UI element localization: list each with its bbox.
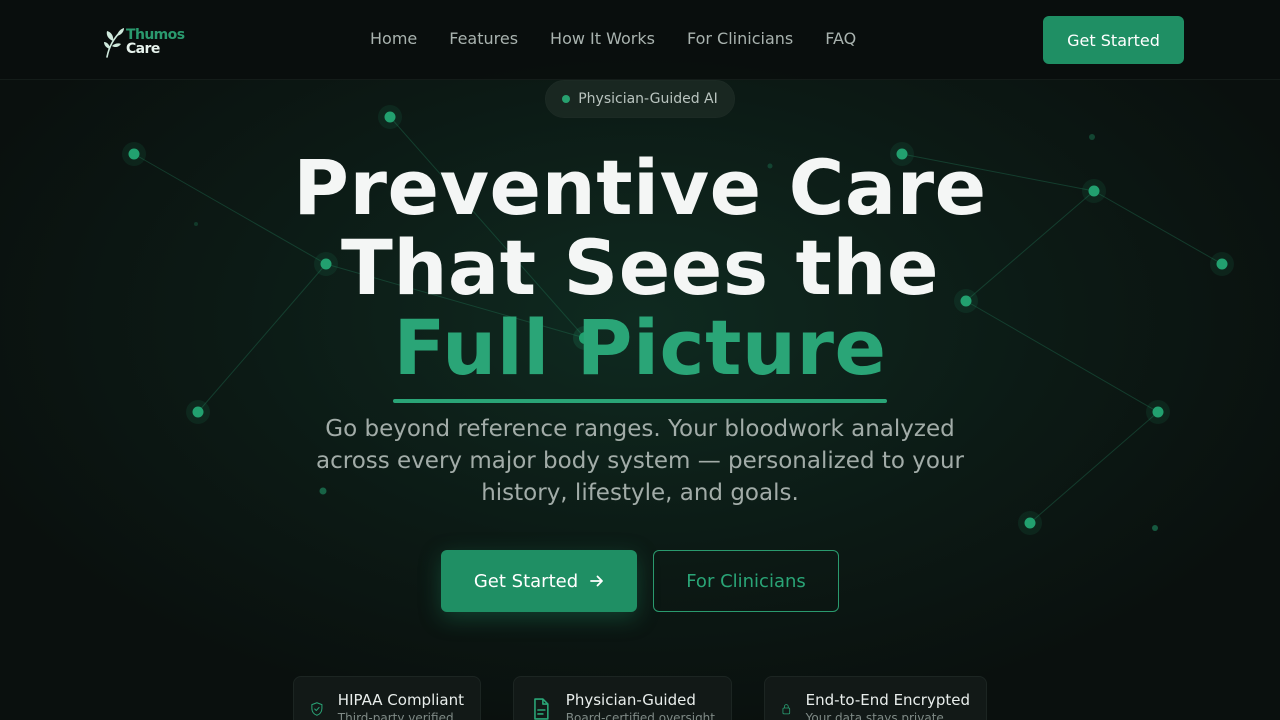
hero-get-started-button[interactable]: Get Started (441, 550, 637, 612)
badge-hipaa: HIPAA Compliant Third-party verified (293, 676, 481, 720)
badge-physician-guided: Physician-Guided Board-certified oversig… (513, 676, 732, 720)
nav-item-for-clinicians[interactable]: For Clinicians (687, 29, 793, 49)
badge-title: End-to-End Encrypted (805, 691, 970, 709)
badge-subtitle: Third-party verified (337, 711, 454, 720)
brand-name-line2: Care (126, 41, 160, 57)
badge-encrypted: End-to-End Encrypted Your data stays pri… (764, 676, 987, 720)
pill-label: Physician-Guided AI (578, 91, 718, 107)
nav-item-features[interactable]: Features (449, 29, 518, 49)
headline-underline (393, 399, 887, 403)
hero-headline: Preventive Care That Sees the Full Pictu… (140, 148, 1140, 388)
headline-accent: Full Picture (393, 303, 887, 392)
header-get-started-button[interactable]: Get Started (1043, 16, 1184, 64)
lock-icon (782, 704, 791, 715)
brand-logo[interactable]: Thumos Care (103, 25, 185, 59)
badge-encrypted-text: End-to-End Encrypted Your data stays pri… (806, 691, 970, 720)
nav-item-faq[interactable]: FAQ (825, 29, 856, 49)
badge-title: HIPAA Compliant (337, 691, 464, 709)
leaf-icon (104, 28, 124, 58)
hero-pill-badge: Physician-Guided AI (545, 80, 735, 118)
nav-item-home[interactable]: Home (370, 29, 417, 49)
arrow-right-icon (590, 575, 604, 587)
landing-page: Thumos Care Home Features How It Works F… (0, 0, 1280, 720)
badge-title: Physician-Guided (565, 691, 696, 709)
brand-name: Thumos Care (126, 27, 185, 57)
nav-item-how-it-works[interactable]: How It Works (550, 29, 655, 49)
badge-subtitle: Board-certified oversight (565, 711, 715, 720)
badge-subtitle: Your data stays private (805, 711, 944, 720)
site-header: Thumos Care Home Features How It Works F… (0, 0, 1280, 80)
hero-get-started-label: Get Started (473, 570, 579, 592)
status-dot-icon (562, 95, 571, 103)
headline-line1: Preventive Care (293, 143, 987, 232)
hero-for-clinicians-button[interactable]: For Clinicians (653, 550, 839, 612)
main-nav: Home Features How It Works For Clinician… (370, 29, 856, 49)
shield-check-icon (311, 702, 323, 716)
hero-subtitle: Go beyond reference ranges. Your bloodwo… (316, 416, 964, 506)
headline-line2: That Sees the (340, 223, 940, 312)
badge-hipaa-text: HIPAA Compliant Third-party verified (338, 691, 464, 720)
document-icon (534, 698, 549, 720)
brand-name-line1: Thumos (126, 27, 185, 43)
badge-physician-text: Physician-Guided Board-certified oversig… (566, 691, 715, 720)
